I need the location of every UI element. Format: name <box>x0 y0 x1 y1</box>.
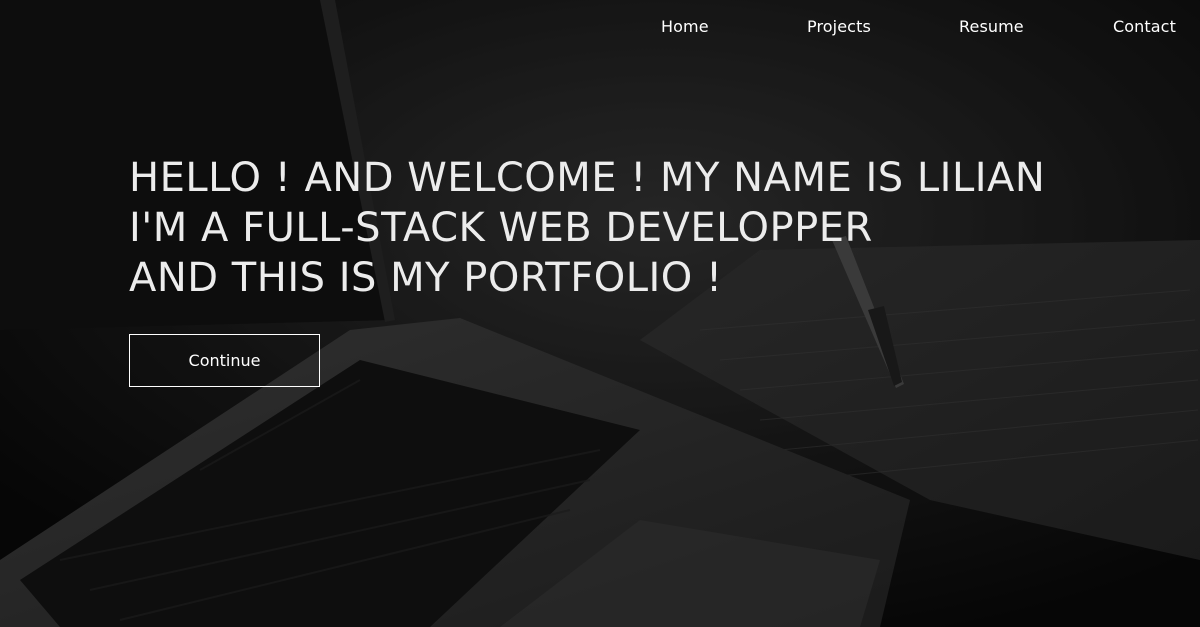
continue-button[interactable]: Continue <box>129 334 320 387</box>
nav-link-contact[interactable]: Contact <box>1113 17 1176 36</box>
background-photo <box>0 0 1200 627</box>
nav-link-resume[interactable]: Resume <box>959 17 1024 36</box>
hero-section: Home Projects Resume Contact HELLO ! AND… <box>0 0 1200 627</box>
hero-headline: HELLO ! AND WELCOME ! MY NAME IS LILIAN … <box>129 153 1045 303</box>
nav-link-home[interactable]: Home <box>661 17 709 36</box>
hero-headline-line-1: HELLO ! AND WELCOME ! MY NAME IS LILIAN <box>129 155 1046 201</box>
nav-link-projects[interactable]: Projects <box>807 17 871 36</box>
hero-headline-line-3: AND THIS IS MY PORTFOLIO ! <box>129 255 723 301</box>
top-navigation: Home Projects Resume Contact <box>0 0 1200 56</box>
hero-headline-line-2: I'M A FULL-STACK WEB DEVELOPPER <box>129 205 873 251</box>
